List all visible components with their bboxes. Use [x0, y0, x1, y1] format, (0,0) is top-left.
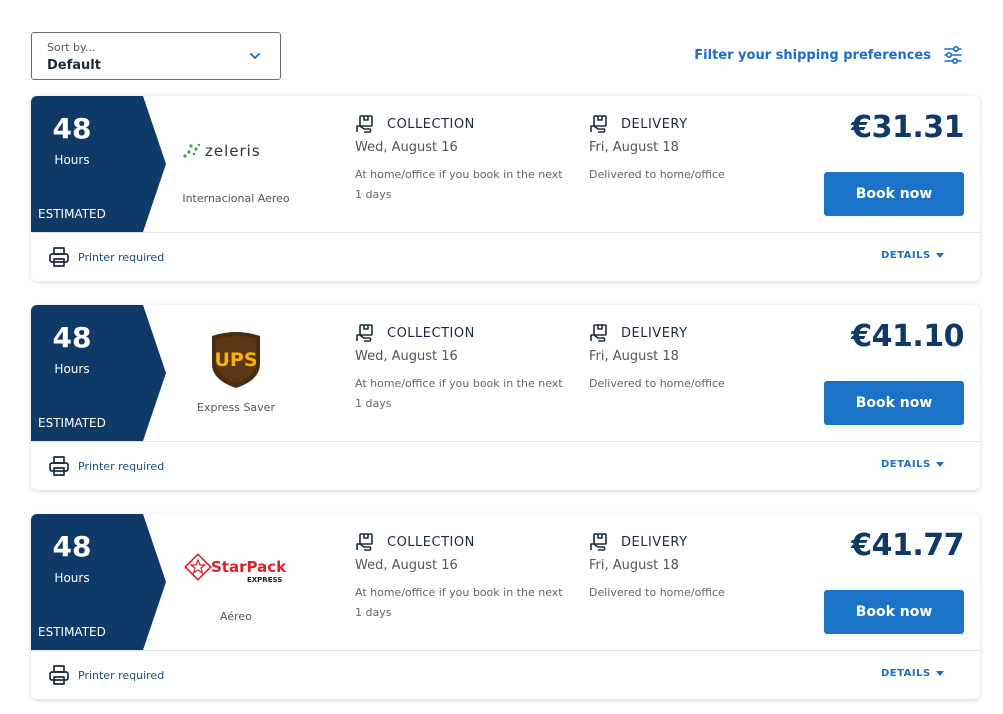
collection-title: COLLECTION — [387, 116, 475, 132]
carrier-info: zeleris Internacional Aereo — [161, 96, 311, 232]
filter-label: Filter your shipping preferences — [694, 47, 931, 63]
eta-note: ESTIMATED — [38, 625, 106, 639]
details-label: DETAILS — [881, 459, 931, 470]
delivery-info: DELIVERY Fri, August 18 Delivered to hom… — [589, 532, 789, 603]
printer-icon — [49, 665, 69, 685]
collection-date: Wed, August 16 — [355, 140, 458, 155]
delivery-title: DELIVERY — [621, 116, 688, 132]
details-label: DETAILS — [881, 250, 931, 261]
chevron-down-icon — [250, 53, 260, 59]
package-hand-icon — [590, 115, 607, 133]
collection-info: COLLECTION Wed, August 16 At home/office… — [355, 323, 565, 414]
svg-text:EXPRESS: EXPRESS — [247, 576, 282, 584]
printer-label: Printer required — [78, 250, 165, 264]
package-hand-icon — [356, 115, 373, 133]
details-toggle[interactable]: DETAILS — [881, 459, 944, 470]
sort-value: Default — [47, 58, 101, 73]
card-footer: Printer required DETAILS — [31, 232, 980, 281]
package-hand-icon — [590, 533, 607, 551]
eta-note: ESTIMATED — [38, 416, 106, 430]
ups-logo: UPS — [212, 332, 260, 388]
sort-label: Sort by... — [47, 41, 96, 54]
caret-down-icon — [935, 670, 944, 676]
delivery-date: Fri, August 18 — [589, 558, 679, 573]
printer-required: Printer required — [48, 664, 164, 686]
svg-text:zeleris: zeleris — [205, 142, 261, 160]
collection-info: COLLECTION Wed, August 16 At home/office… — [355, 532, 565, 623]
eta-value: 48 — [52, 321, 92, 354]
printer-required: Printer required — [48, 455, 164, 477]
eta-unit: Hours — [54, 571, 90, 585]
collection-title: COLLECTION — [387, 325, 475, 341]
price: €41.77 — [851, 528, 964, 563]
svg-text:UPS: UPS — [214, 349, 257, 371]
carrier-logo-zeleris: zeleris — [161, 116, 311, 186]
sliders-icon — [944, 45, 962, 65]
eta-value: 48 — [52, 530, 92, 563]
book-now-button[interactable]: Book now — [824, 590, 964, 634]
printer-label: Printer required — [78, 668, 165, 682]
toolbar: Sort by... Default Filter your shipping … — [31, 32, 981, 80]
details-label: DETAILS — [881, 668, 931, 679]
carrier-info: StarPack EXPRESS Aéreo — [161, 514, 311, 650]
service-name: Internacional Aereo — [182, 192, 290, 205]
service-name: Express Saver — [197, 401, 275, 414]
eta-badge: 48 Hours ESTIMATED — [31, 514, 137, 650]
carrier-info: UPS Express Saver — [161, 305, 311, 441]
book-now-button[interactable]: Book now — [824, 172, 964, 216]
printer-icon — [49, 456, 69, 476]
collection-info: COLLECTION Wed, August 16 At home/office… — [355, 114, 565, 205]
collection-date: Wed, August 16 — [355, 349, 458, 364]
collection-note: At home/office if you book in the next 1… — [355, 168, 563, 201]
eta-note: ESTIMATED — [38, 207, 106, 221]
collection-title: COLLECTION — [387, 534, 475, 550]
delivery-title: DELIVERY — [621, 325, 688, 341]
carrier-logo-starpack: StarPack EXPRESS — [161, 534, 311, 604]
delivery-note: Delivered to home/office — [589, 377, 725, 390]
printer-required: Printer required — [48, 246, 164, 268]
carrier-logo-ups: UPS — [161, 325, 311, 395]
collection-date: Wed, August 16 — [355, 558, 458, 573]
delivery-note: Delivered to home/office — [589, 168, 725, 181]
package-hand-icon — [356, 324, 373, 342]
price: €31.31 — [851, 110, 964, 145]
shipping-offer-card: 48 Hours ESTIMATED StarPack EXPRESS Aére… — [31, 514, 980, 699]
caret-down-icon — [935, 461, 944, 467]
svg-text:StarPack: StarPack — [211, 558, 287, 576]
delivery-info: DELIVERY Fri, August 18 Delivered to hom… — [589, 323, 789, 394]
service-name: Aéreo — [220, 610, 252, 623]
eta-unit: Hours — [54, 362, 90, 376]
details-toggle[interactable]: DETAILS — [881, 250, 944, 261]
package-hand-icon — [590, 324, 607, 342]
sort-dropdown[interactable]: Sort by... Default — [31, 32, 281, 80]
price: €41.10 — [851, 319, 964, 354]
delivery-note: Delivered to home/office — [589, 586, 725, 599]
shipping-offer-card: 48 Hours ESTIMATED UPS Express Saver COL… — [31, 305, 980, 490]
delivery-date: Fri, August 18 — [589, 140, 679, 155]
delivery-date: Fri, August 18 — [589, 349, 679, 364]
collection-note: At home/office if you book in the next 1… — [355, 377, 563, 410]
caret-down-icon — [935, 252, 944, 258]
filter-preferences-link[interactable]: Filter your shipping preferences — [694, 45, 963, 65]
delivery-title: DELIVERY — [621, 534, 688, 550]
card-footer: Printer required DETAILS — [31, 441, 980, 490]
eta-value: 48 — [52, 112, 92, 145]
card-footer: Printer required DETAILS — [31, 650, 980, 699]
eta-unit: Hours — [54, 153, 90, 167]
delivery-info: DELIVERY Fri, August 18 Delivered to hom… — [589, 114, 789, 185]
printer-label: Printer required — [78, 459, 165, 473]
printer-icon — [49, 247, 69, 267]
zeleris-logo: zeleris — [183, 142, 261, 160]
eta-badge: 48 Hours ESTIMATED — [31, 96, 137, 232]
package-hand-icon — [356, 533, 373, 551]
eta-badge: 48 Hours ESTIMATED — [31, 305, 137, 441]
book-now-button[interactable]: Book now — [824, 381, 964, 425]
details-toggle[interactable]: DETAILS — [881, 668, 944, 679]
collection-note: At home/office if you book in the next 1… — [355, 586, 563, 619]
shipping-offer-card: 48 Hours ESTIMATED zeleris Internacional… — [31, 96, 980, 281]
starpack-logo: StarPack EXPRESS — [184, 553, 287, 584]
